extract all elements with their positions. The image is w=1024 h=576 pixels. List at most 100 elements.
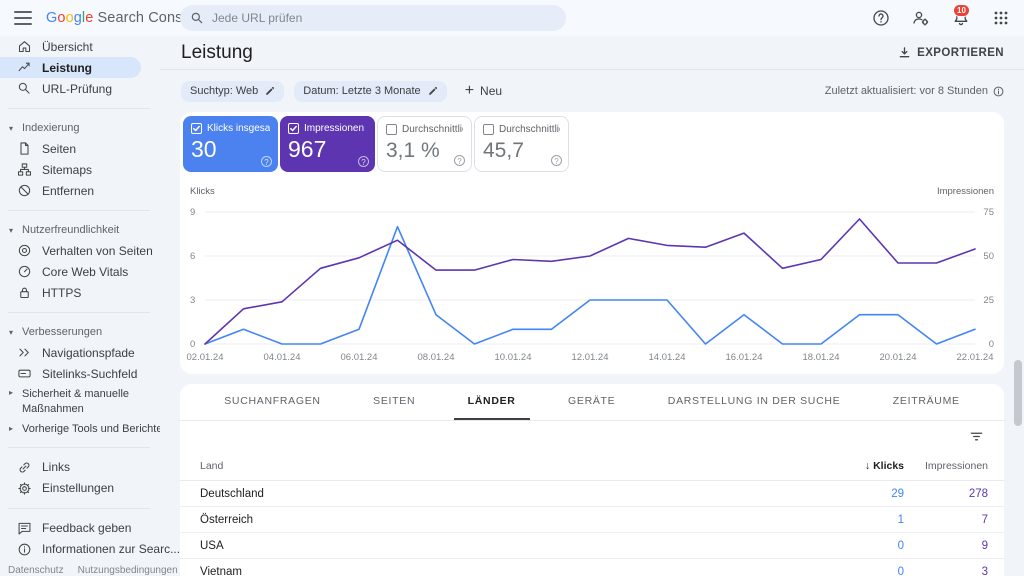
sidebar-item-label: HTTPS <box>42 286 81 300</box>
download-icon <box>898 46 911 59</box>
metric-card-klicks-insgesamt[interactable]: Klicks insgesamt 30 ? <box>183 116 278 172</box>
sidebar-item-url-prüfung[interactable]: URL-Prüfung <box>0 78 160 99</box>
notifications-bell-icon[interactable]: 10 <box>952 9 970 27</box>
table-row-usa[interactable]: USA 0 9 <box>180 533 1004 559</box>
sidebar-item-label: Sitemaps <box>42 163 92 177</box>
svg-text:3: 3 <box>190 295 195 306</box>
sidebar-footer: Datenschutz Nutzungsbedingungen <box>8 565 178 576</box>
sidebar-item-label: Leistung <box>42 61 92 75</box>
performance-line-chart[interactable]: KlicksImpressionen0369025507502.01.2404.… <box>180 180 1004 366</box>
chevron-right-icon: ▸ <box>9 388 17 399</box>
sidebar-item-label: Navigationspfade <box>42 346 135 360</box>
sidebar-section-label: Nutzerfreundlichkeit <box>22 224 119 236</box>
sidebar-item-einstellungen[interactable]: Einstellungen <box>0 478 160 499</box>
column-header-land[interactable]: Land <box>180 460 794 472</box>
new-filter-button[interactable]: + Neu <box>465 83 502 99</box>
sidebar-item-übersicht[interactable]: Übersicht <box>0 36 160 57</box>
sidebar-item-leistung[interactable]: Leistung <box>0 57 141 78</box>
sidebar-item-verhalten-von-seiten[interactable]: Verhalten von Seiten <box>0 240 160 261</box>
sidebar-divider <box>8 210 150 211</box>
metric-value: 3,1 % <box>386 139 463 163</box>
menu-icon[interactable] <box>14 11 32 25</box>
sidebar-item-seiten[interactable]: Seiten <box>0 138 160 159</box>
sidebar-section-nutzerfreundlichkeit[interactable]: ▾Nutzerfreundlichkeit <box>0 220 160 239</box>
core-web-vitals-icon <box>17 264 32 279</box>
filter-list-icon[interactable] <box>969 429 984 444</box>
metric-value: 967 <box>288 136 367 163</box>
metric-help-icon[interactable]: ? <box>551 155 562 166</box>
chevron-right-icon: ▸ <box>9 424 17 433</box>
tab-seiten[interactable]: SEITEN <box>359 384 429 420</box>
sidebar-item-label: Einstellungen <box>42 481 114 495</box>
sidebar-item-entfernen[interactable]: Entfernen <box>0 180 160 201</box>
cell-impressionen: 9 <box>904 540 1004 552</box>
checkbox-checked-icon[interactable] <box>288 123 299 134</box>
date-filter-chip[interactable]: Datum: Letzte 3 Monate <box>294 81 446 102</box>
url-inspect-searchbox[interactable] <box>180 5 566 31</box>
sidebar-item-links[interactable]: Links <box>0 457 160 478</box>
sidebar-item-label: URL-Prüfung <box>42 82 112 96</box>
feedback-icon <box>17 521 32 536</box>
sidebar-item-label: Vorherige Tools und Berichte <box>22 423 160 435</box>
edit-pencil-icon <box>428 86 438 96</box>
metric-value: 30 <box>191 136 270 163</box>
search-icon <box>190 11 204 25</box>
vertical-scrollbar[interactable] <box>1014 360 1022 426</box>
metric-help-icon[interactable]: ? <box>358 156 369 167</box>
sidebar-item-feedback-geben[interactable]: Feedback geben <box>0 518 160 539</box>
breadcrumbs-icon <box>17 345 32 360</box>
metric-card-durchschnittliche[interactable]: Durchschnittliche ... 3,1 % ? <box>377 116 472 172</box>
tab-darstellung-in-der-suche[interactable]: DARSTELLUNG IN DER SUCHE <box>654 384 855 420</box>
cell-klicks: 0 <box>794 566 904 576</box>
metric-label: Impressionen ins... <box>304 123 367 134</box>
tab-länder[interactable]: LÄNDER <box>454 384 530 420</box>
tab-geräte[interactable]: GERÄTE <box>554 384 629 420</box>
sidebar-item-https[interactable]: HTTPS <box>0 282 160 303</box>
column-header-klicks[interactable]: ↓ Klicks <box>794 460 904 472</box>
sidebar-item-core-web-vitals[interactable]: Core Web Vitals <box>0 261 160 282</box>
help-icon[interactable] <box>872 9 890 27</box>
svg-text:04.01.24: 04.01.24 <box>264 352 301 363</box>
svg-text:16.01.24: 16.01.24 <box>726 352 763 363</box>
sidebar-section-verbesserungen[interactable]: ▾Verbesserungen <box>0 322 160 341</box>
sidebar-item-informationen-zur-searc[interactable]: Informationen zur Searc... <box>0 539 160 560</box>
checkbox-unchecked-icon[interactable] <box>386 124 397 135</box>
cell-klicks: 1 <box>794 514 904 526</box>
manage-users-icon[interactable] <box>912 9 930 27</box>
metric-card-durchschnittliche[interactable]: Durchschnittliche ... 45,7 ? <box>474 116 569 172</box>
metric-help-icon[interactable]: ? <box>261 156 272 167</box>
sidebar-item-sitemaps[interactable]: Sitemaps <box>0 159 160 180</box>
google-apps-grid-icon[interactable] <box>992 9 1010 27</box>
tab-suchanfragen[interactable]: SUCHANFRAGEN <box>210 384 335 420</box>
sidebar-item-sitelinks-suchfeld[interactable]: Sitelinks-Suchfeld <box>0 363 160 384</box>
svg-text:14.01.24: 14.01.24 <box>649 352 686 363</box>
search-input[interactable] <box>212 11 556 25</box>
table-row-vietnam[interactable]: Vietnam 0 3 <box>180 559 1004 576</box>
privacy-link[interactable]: Datenschutz <box>8 565 64 576</box>
info-icon[interactable] <box>993 86 1004 97</box>
table-row-österreich[interactable]: Österreich 1 7 <box>180 507 1004 533</box>
main-content: Leistung EXPORTIEREN Suchtyp: Web Datum:… <box>160 36 1024 576</box>
sidebar-item-vorherige-tools-und-berichte[interactable]: ▸ Vorherige Tools und Berichte <box>0 420 160 438</box>
checkbox-checked-icon[interactable] <box>191 123 202 134</box>
metric-help-icon[interactable]: ? <box>454 155 465 166</box>
checkbox-unchecked-icon[interactable] <box>483 124 494 135</box>
sidebar-item-label: Sicherheit & manuelle Maßnahmen <box>22 387 150 417</box>
column-header-impressionen[interactable]: Impressionen <box>904 460 1004 472</box>
table-row-deutschland[interactable]: Deutschland 29 278 <box>180 481 1004 507</box>
svg-text:0: 0 <box>190 339 195 350</box>
metric-card-impressionen-ins[interactable]: Impressionen ins... 967 ? <box>280 116 375 172</box>
sidebar-section-indexierung[interactable]: ▾Indexierung <box>0 118 160 137</box>
dimensions-table-card: SUCHANFRAGEN SEITEN LÄNDER GERÄTE DARSTELLUN… <box>180 384 1004 576</box>
svg-text:25: 25 <box>983 295 994 306</box>
export-button[interactable]: EXPORTIEREN <box>898 46 1004 59</box>
svg-text:9: 9 <box>190 207 195 218</box>
svg-text:Impressionen: Impressionen <box>937 186 994 197</box>
links-icon <box>17 460 32 475</box>
svg-text:0: 0 <box>989 339 994 350</box>
tab-zeiträume[interactable]: ZEITRÄUME <box>879 384 974 420</box>
sidebar-item-sicherheit-manuelle-maßnahmen[interactable]: ▸ Sicherheit & manuelle Maßnahmen <box>0 384 150 420</box>
sidebar-item-label: Core Web Vitals <box>42 265 128 279</box>
search-type-filter-chip[interactable]: Suchtyp: Web <box>181 81 284 102</box>
sidebar-item-navigationspfade[interactable]: Navigationspfade <box>0 342 160 363</box>
